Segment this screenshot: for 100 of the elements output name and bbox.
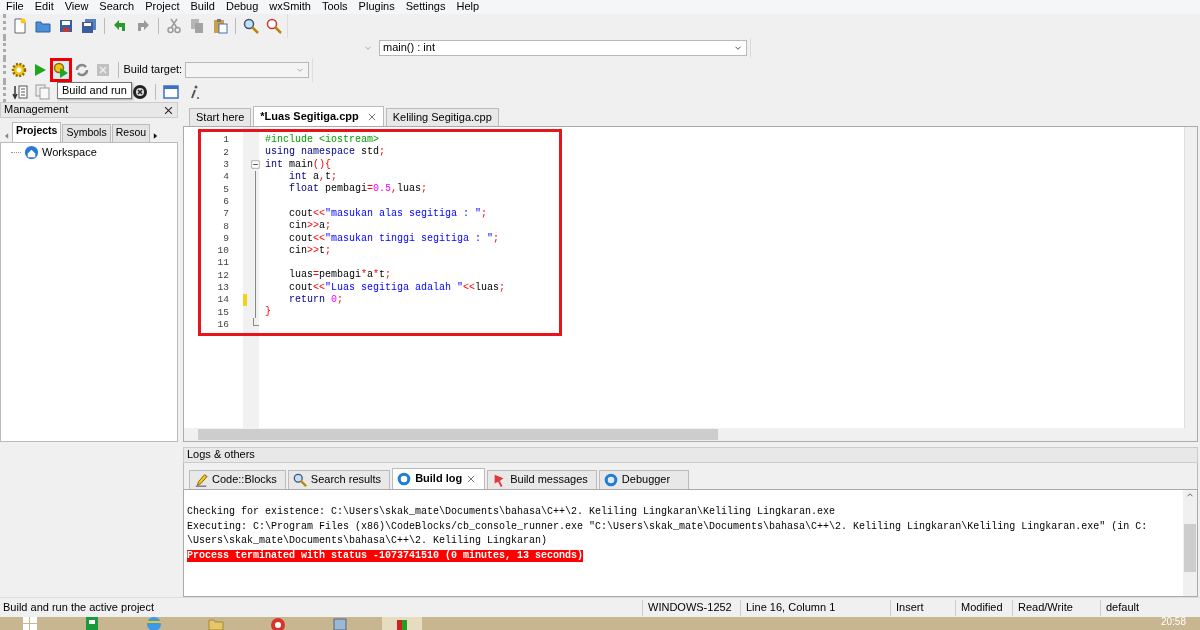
ring-icon <box>603 473 618 487</box>
search-icon <box>292 473 307 487</box>
line-number: 9 <box>222 232 229 245</box>
line-number: 4 <box>222 171 229 183</box>
menu-item[interactable]: Build <box>185 0 221 14</box>
line-number: 10 <box>216 245 229 257</box>
ring-icon <box>397 472 412 486</box>
menu-item[interactable]: Plugins <box>353 0 401 14</box>
code-line: cout<<"masukan tinggi segitiga : "; <box>288 232 500 245</box>
undo-icon <box>112 18 128 34</box>
code-line: cin>>a; <box>288 220 332 233</box>
menu-item[interactable]: Help <box>451 0 486 14</box>
line-number: 6 <box>222 195 229 208</box>
menu-item[interactable]: Edit <box>29 0 60 14</box>
copy-icon <box>189 18 205 34</box>
scrollbar-thumb[interactable] <box>198 429 718 440</box>
panel-title: Management <box>4 103 69 117</box>
code-line: } <box>264 306 271 319</box>
save-icon <box>58 18 74 34</box>
status-field: default <box>1100 599 1200 616</box>
panel-tab[interactable]: Projects <box>12 122 62 142</box>
scrollbar-thumb[interactable] <box>1184 524 1196 572</box>
status-field: Modified <box>955 599 1012 616</box>
function-select[interactable]: main() : int <box>379 40 747 56</box>
log-tab[interactable]: Build log <box>392 468 486 489</box>
line-number: 12 <box>216 269 229 282</box>
window-icon <box>163 84 179 100</box>
line-number: 7 <box>222 208 229 220</box>
tree-item[interactable]: Workspace <box>42 145 97 160</box>
documents-icon <box>35 84 51 100</box>
paste-icon <box>212 18 228 34</box>
line-number: 16 <box>216 318 229 331</box>
line-number: 8 <box>222 220 229 232</box>
status-field: Read/Write <box>1012 599 1100 616</box>
menu-item[interactable]: View <box>59 0 95 14</box>
menu-item[interactable]: File <box>1 0 30 14</box>
search-icon <box>243 18 259 34</box>
code-line: luas=pembagi*a*t; <box>288 269 392 282</box>
log-tab[interactable]: Build messages <box>487 470 597 489</box>
fold-toggle-icon[interactable] <box>250 160 260 170</box>
line-number: 3 <box>222 159 229 171</box>
folder-icon <box>35 18 51 34</box>
toolbar-button[interactable] <box>10 82 30 102</box>
log-line: \Users\skak_mate\Documents\bahasa\C++\2. Keliling Lingkaran) <box>187 535 548 548</box>
editor-tab[interactable]: Keliling Segitiga.cpp <box>385 108 499 126</box>
home-icon <box>24 145 39 160</box>
replace-icon <box>266 18 282 34</box>
refresh-icon <box>74 62 91 78</box>
status-field: Line 16, Column 1 <box>740 599 890 616</box>
build-target-label: Build target: <box>123 63 183 77</box>
menu-item[interactable]: Tools <box>316 0 354 14</box>
save-all-icon <box>81 18 97 34</box>
log-tab[interactable]: Search results <box>287 470 391 489</box>
panel-tab[interactable]: Resou <box>111 124 151 142</box>
line-number: 15 <box>216 306 229 318</box>
menu-item[interactable]: Debug <box>220 0 265 14</box>
toolbar-button[interactable] <box>241 16 261 36</box>
log-line: Checking for existence: C:\Users\skak_mate\Documents\bahasa\C++\2. Keliling Lingkaran\Keliling Lingkaran.exe <box>187 506 836 519</box>
toolbar-button[interactable] <box>79 16 99 36</box>
line-number: 13 <box>216 282 229 294</box>
scrollbar[interactable] <box>1184 127 1197 428</box>
code-line: return 0; <box>288 294 344 306</box>
scissors-icon <box>166 18 182 34</box>
pencil-icon <box>194 473 208 487</box>
code-line: int main(){ <box>264 158 332 171</box>
log-tab[interactable]: Code::Blocks <box>189 470 286 489</box>
stop-circle-icon <box>132 84 148 100</box>
line-number: 11 <box>216 257 229 269</box>
editor-tab[interactable]: *Luas Segitiga.cpp <box>253 106 384 126</box>
code-line: float pembagi=0.5,luas; <box>288 183 428 196</box>
panel-tab[interactable]: Symbols <box>62 124 111 142</box>
code-line: #include <iostream> <box>264 134 380 146</box>
menu-item[interactable]: Search <box>94 0 141 14</box>
log-line: Executing: C:\Program Files (x86)\CodeBlocks/cb_console_runner.exe "C:\Users\skak_mate\Documents\bahasa\C++\2. Keliling Lingkaran\Keliling Lingkaran.exe" (in C: <box>187 520 1148 533</box>
tooltip: Build and run <box>57 82 132 100</box>
menu-item[interactable]: wxSmith <box>264 0 317 14</box>
menu-item[interactable]: Project <box>140 0 186 14</box>
code-line: int a,t; <box>288 171 338 183</box>
line-number: 14 <box>216 294 229 306</box>
code-line: cout<<"masukan alas segitiga : "; <box>288 207 488 220</box>
stop-icon <box>95 62 112 78</box>
line-number: 5 <box>222 183 229 196</box>
line-number: 1 <box>222 134 229 146</box>
gear-play-icon <box>53 62 70 78</box>
start-icon[interactable] <box>20 617 40 630</box>
gear-icon <box>11 62 28 78</box>
new-file-icon <box>12 18 28 34</box>
panel-title: Logs & others <box>187 448 255 462</box>
log-tab[interactable]: Debugger <box>598 470 689 489</box>
code-line: cin>>t; <box>288 244 332 257</box>
status-field: Insert <box>890 599 955 616</box>
editor-tab[interactable]: Start here <box>189 108 252 126</box>
line-number: 2 <box>222 146 229 159</box>
status-field: Build and run the active project <box>0 600 642 615</box>
code-line: cout<<"Luas segitiga adalah "<<luas; <box>288 281 506 294</box>
code-line: using namespace std; <box>264 146 386 159</box>
close-icon[interactable] <box>163 104 174 116</box>
jump-icon <box>12 84 28 100</box>
redo-icon <box>135 18 151 34</box>
menu-item[interactable]: Settings <box>400 0 452 14</box>
